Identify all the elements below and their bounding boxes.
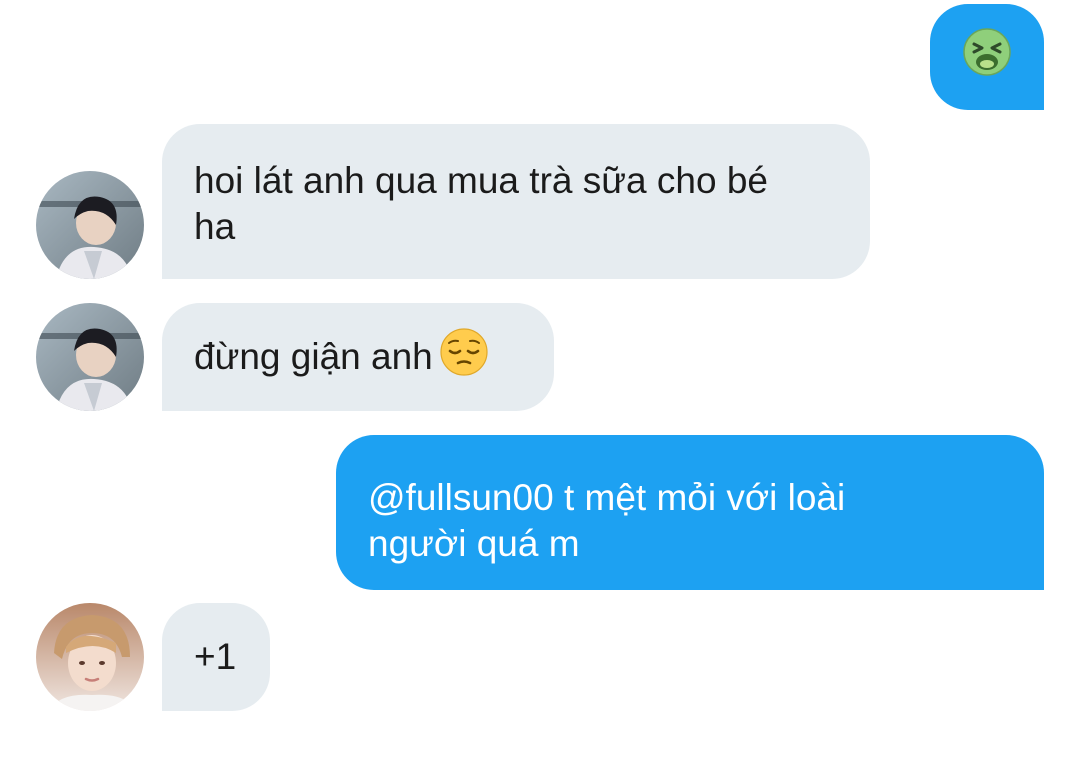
incoming-message-bubble[interactable]: +1 — [162, 603, 270, 711]
message-text-line: ha — [194, 206, 236, 247]
message-text-line: @fullsun00 t mệt mỏi với loài — [368, 477, 846, 518]
nauseated-face-icon — [962, 27, 1012, 88]
pensive-face-icon — [439, 327, 489, 388]
avatar[interactable] — [36, 303, 144, 411]
conversation-view: hoi lát anh qua mua trà sữa cho bé ha đừ… — [0, 0, 1080, 760]
message-text-line: hoi lát anh qua mua trà sữa cho bé — [194, 160, 768, 201]
message-text: +1 — [194, 636, 237, 677]
avatar[interactable] — [36, 603, 144, 711]
message-text: đừng giận anh — [194, 336, 433, 377]
outgoing-message-bubble[interactable]: @fullsun00 t mệt mỏi với loài người quá … — [336, 435, 1044, 590]
incoming-message-bubble[interactable]: hoi lát anh qua mua trà sữa cho bé ha — [162, 124, 870, 279]
avatar[interactable] — [36, 171, 144, 279]
outgoing-message-bubble[interactable] — [930, 4, 1044, 110]
incoming-message-bubble[interactable]: đừng giận anh — [162, 303, 554, 411]
message-text-line: người quá m — [368, 523, 580, 564]
